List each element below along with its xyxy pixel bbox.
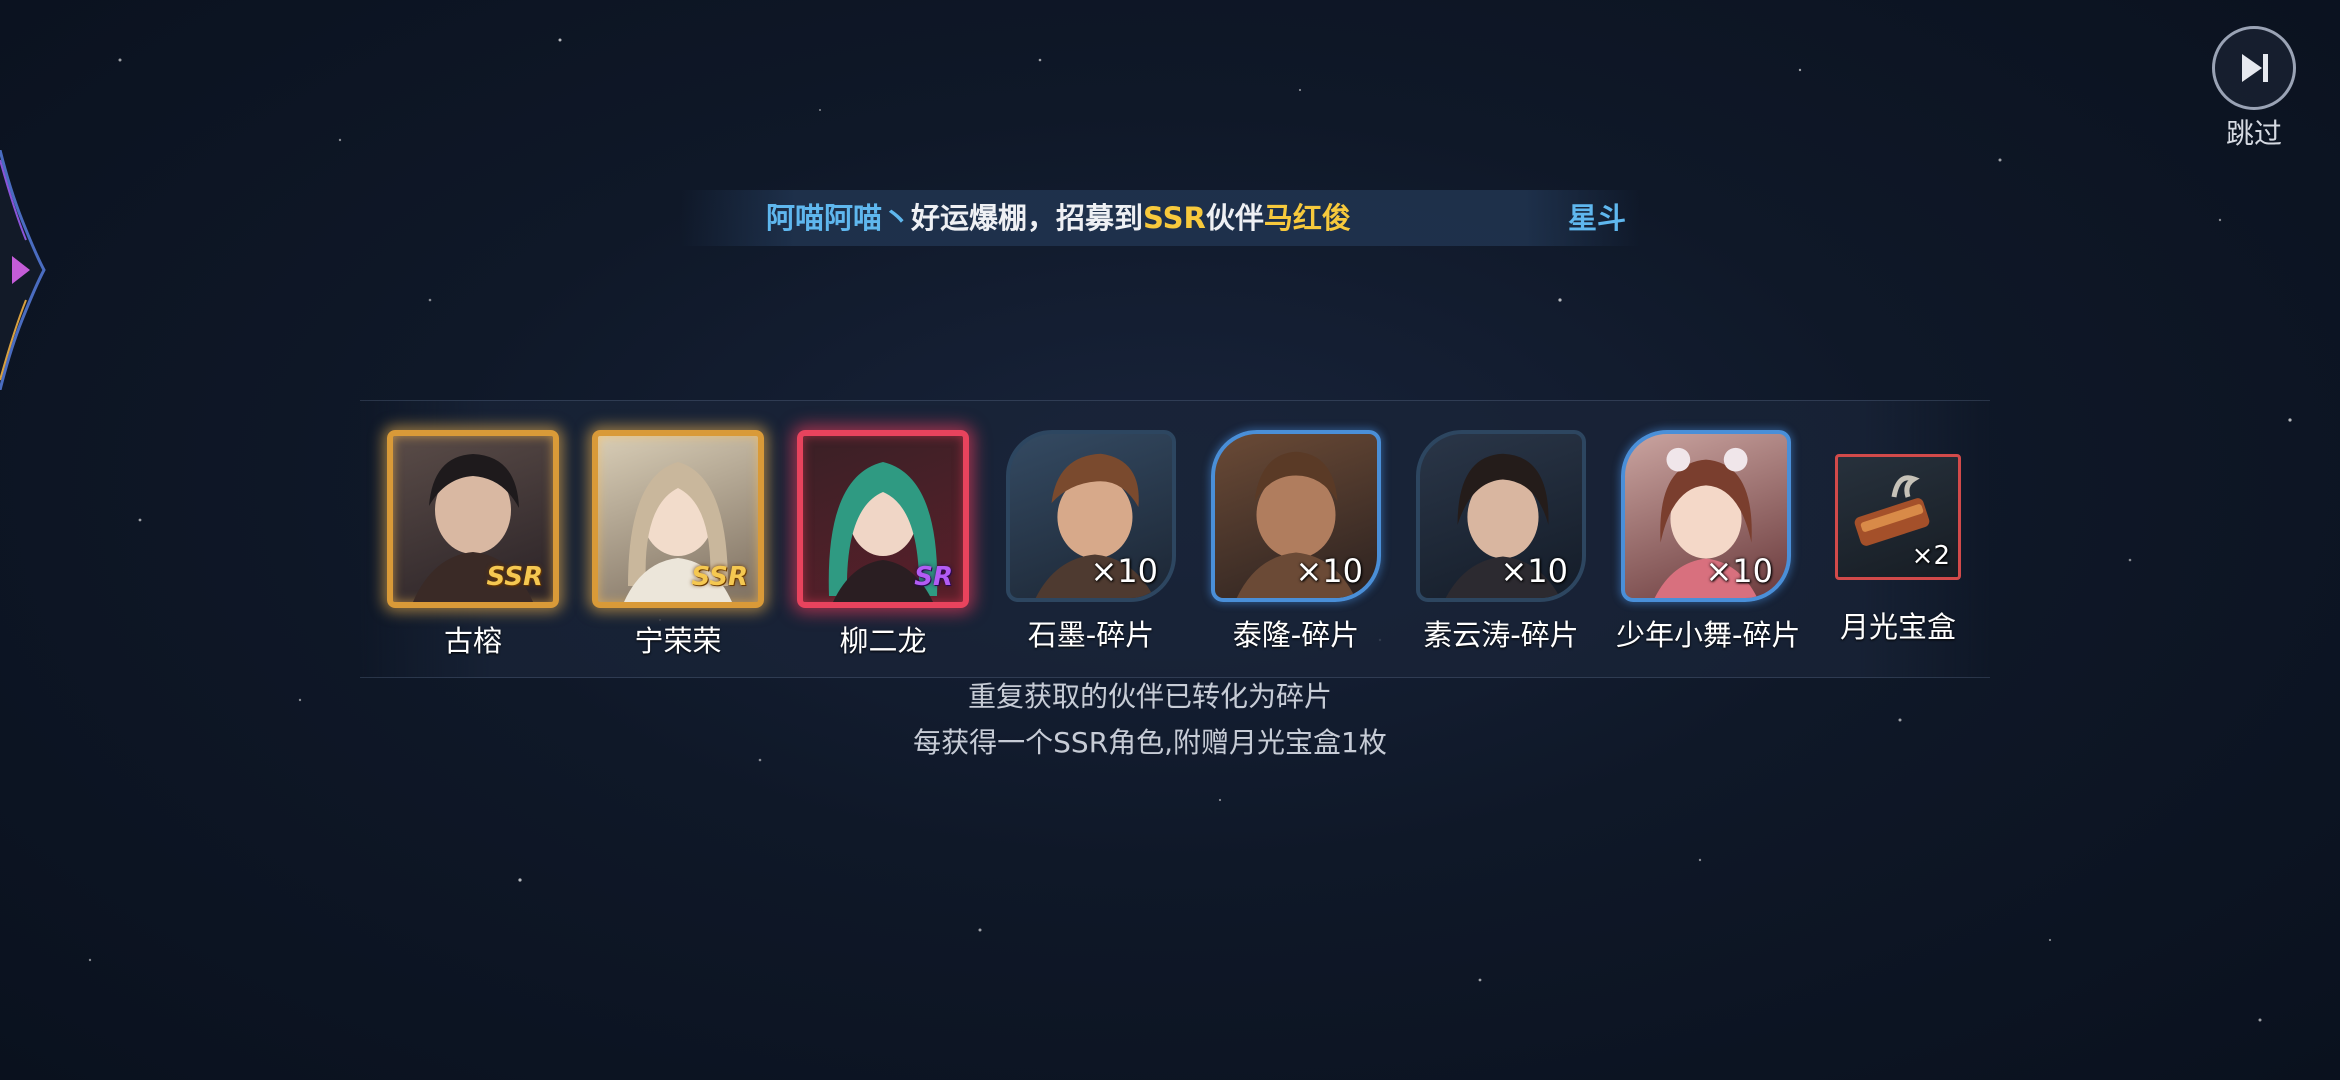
reward-card[interactable]: ×2 月光宝盒	[1808, 430, 1988, 646]
fragment-portrait-frame: ×10	[1621, 430, 1791, 602]
quantity-label: ×2	[1911, 541, 1950, 571]
rarity-badge: SSR	[486, 562, 543, 592]
character-portrait-frame: SSR	[592, 430, 764, 608]
fragment-portrait-frame: ×10	[1211, 430, 1381, 602]
conversion-notice: 重复获取的伙伴已转化为碎片 每获得一个SSR角色,附赠月光宝盒1枚	[700, 674, 1600, 766]
character-portrait-frame: SR	[797, 430, 969, 608]
ticker-next-message: 星斗	[1568, 201, 1627, 235]
reward-card[interactable]: ×10 素云涛-碎片	[1411, 430, 1591, 654]
reward-card[interactable]: SR 柳二龙	[793, 430, 973, 660]
character-portrait-frame: SSR	[387, 430, 559, 608]
ticker-rarity: SSR	[1143, 201, 1206, 235]
skip-label: 跳过	[2225, 117, 2282, 150]
announcement-ticker: 阿喵阿喵丶好运爆棚，招募到SSR伙伴马红俊 星斗	[680, 190, 1640, 246]
reward-name: 泰隆-碎片	[1232, 618, 1360, 652]
reward-card[interactable]: SSR 古榕	[383, 430, 563, 660]
quantity-label: ×10	[1705, 552, 1773, 590]
fragment-portrait-frame: ×10	[1006, 430, 1176, 602]
notice-line-1: 重复获取的伙伴已转化为碎片	[967, 680, 1332, 713]
side-menu-tab[interactable]	[0, 150, 52, 390]
notice-line-2: 每获得一个SSR角色,附赠月光宝盒1枚	[913, 726, 1387, 759]
ticker-character-name: 马红俊	[1263, 201, 1351, 235]
fragment-portrait-frame: ×10	[1416, 430, 1586, 602]
reward-name: 宁荣荣	[634, 624, 722, 658]
reward-card[interactable]: ×10 泰隆-碎片	[1206, 430, 1386, 654]
ticker-text-2: 伙伴	[1205, 201, 1264, 235]
reward-name: 柳二龙	[839, 624, 927, 658]
reward-name: 月光宝盒	[1839, 610, 1956, 644]
quantity-label: ×10	[1090, 552, 1158, 590]
reward-name: 古榕	[443, 624, 502, 658]
ticker-player-name: 阿喵阿喵丶	[766, 201, 912, 235]
reward-name: 石墨-碎片	[1027, 618, 1155, 652]
rarity-badge: SR	[914, 562, 953, 592]
skip-button[interactable]: 跳过	[2204, 26, 2304, 150]
ticker-text-1: 好运爆棚，招募到	[911, 201, 1144, 235]
quantity-label: ×10	[1500, 552, 1568, 590]
reward-card[interactable]: ×10 少年小舞-碎片	[1616, 430, 1801, 654]
reward-name: 少年小舞-碎片	[1616, 618, 1801, 652]
item-frame: ×2	[1835, 454, 1961, 580]
reward-name: 素云涛-碎片	[1423, 618, 1579, 652]
rarity-badge: SSR	[691, 562, 748, 592]
reward-card[interactable]: SSR 宁荣荣	[588, 430, 768, 660]
ticker-message: 阿喵阿喵丶好运爆棚，招募到SSR伙伴马红俊	[766, 198, 1351, 238]
skip-forward-icon	[2212, 26, 2296, 110]
quantity-label: ×10	[1295, 552, 1363, 590]
reward-card[interactable]: ×10 石墨-碎片	[1001, 430, 1181, 654]
